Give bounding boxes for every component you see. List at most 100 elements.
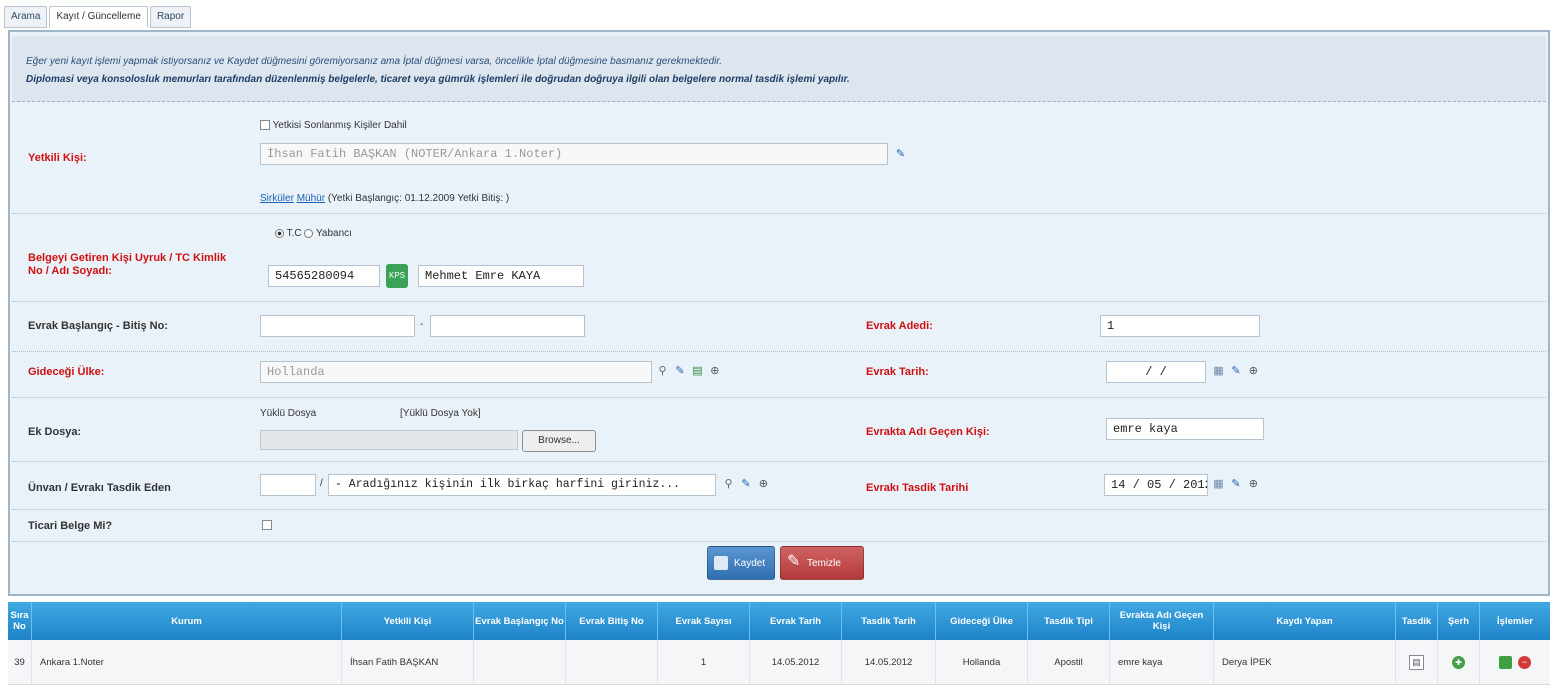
cell-yetkili: İhsan Fatih BAŞKAN bbox=[342, 640, 474, 684]
tab-arama[interactable]: Arama bbox=[4, 6, 48, 28]
kps-button[interactable]: KPS bbox=[386, 264, 408, 288]
col-tasdik-tarih[interactable]: Tasdik Tarih bbox=[842, 602, 936, 640]
list-icon[interactable]: ▤ bbox=[691, 365, 704, 378]
clear-brush-icon[interactable]: ✎ bbox=[1229, 365, 1242, 378]
document-icon[interactable]: ▤ bbox=[1409, 654, 1424, 670]
col-sira[interactable]: Sıra No bbox=[8, 602, 32, 640]
evrak-no-dash: - bbox=[420, 319, 424, 330]
cell-adi-gecen: emre kaya bbox=[1110, 640, 1214, 684]
unvan-slash: / bbox=[320, 478, 323, 489]
info-icon[interactable]: ⊕ bbox=[757, 478, 770, 491]
row-ticari bbox=[12, 510, 1546, 542]
muhur-link[interactable]: Mühür bbox=[297, 193, 325, 204]
ulke-actions: ⚲ ✎ ▤ ⊕ bbox=[656, 363, 721, 381]
evrak-bas-input[interactable] bbox=[260, 315, 415, 337]
adi-gecen-label: Evrakta Adı Geçen Kişi: bbox=[866, 426, 990, 438]
col-tasdik-tipi[interactable]: Tasdik Tipi bbox=[1028, 602, 1110, 640]
cell-evrak-bas bbox=[474, 640, 566, 684]
info-icon[interactable]: ⊕ bbox=[1247, 365, 1260, 378]
file-path-field[interactable] bbox=[260, 430, 518, 450]
col-yetkili[interactable]: Yetkili Kişi bbox=[342, 602, 474, 640]
col-ulke[interactable]: Gideceği Ülke bbox=[936, 602, 1028, 640]
cell-kurum: Ankara 1.Noter bbox=[32, 640, 342, 684]
evrak-bas-label: Evrak Başlangıç - Bitiş No: bbox=[28, 320, 168, 332]
col-evrak-tarih[interactable]: Evrak Tarih bbox=[750, 602, 842, 640]
yetkili-input[interactable]: İhsan Fatih BAŞKAN (NOTER/Ankara 1.Noter… bbox=[260, 143, 888, 165]
cell-tasdik-tarih: 14.05.2012 bbox=[842, 640, 936, 684]
tasdik-tarihi-input[interactable]: 14 / 05 / 2012 bbox=[1104, 474, 1208, 496]
temizle-button[interactable]: ✎ Temizle bbox=[780, 546, 864, 580]
tab-kayit-guncelleme[interactable]: Kayıt / Güncelleme bbox=[49, 6, 148, 28]
broom-icon: ✎ bbox=[787, 553, 801, 570]
col-tasdik[interactable]: Tasdik bbox=[1396, 602, 1438, 640]
calendar-icon[interactable]: ▦ bbox=[1212, 365, 1225, 378]
search-icon[interactable]: ⚲ bbox=[722, 478, 735, 491]
col-evrak-bas[interactable]: Evrak Başlangıç No bbox=[474, 602, 566, 640]
ulke-input[interactable]: Hollanda bbox=[260, 361, 652, 383]
row-getiren bbox=[12, 214, 1546, 302]
add-icon[interactable]: ✚ bbox=[1452, 655, 1465, 669]
edit-icon[interactable] bbox=[1499, 655, 1512, 669]
col-evrak-bitis[interactable]: Evrak Bitiş No bbox=[566, 602, 658, 640]
unvan-input[interactable] bbox=[260, 474, 316, 496]
tab-bar: Arama Kayıt / Güncelleme Rapor bbox=[4, 6, 192, 28]
tasdik-tarihi-label: Evrakı Tasdik Tarihi bbox=[866, 482, 969, 494]
notice-box: Eğer yeni kayıt işlemi yapmak istiyorsan… bbox=[12, 36, 1546, 102]
tab-rapor[interactable]: Rapor bbox=[149, 6, 192, 28]
row-ulke bbox=[12, 352, 1546, 398]
browse-button[interactable]: Browse... bbox=[522, 430, 596, 452]
col-adi-gecen[interactable]: Evrakta Adı Geçen Kişi bbox=[1110, 602, 1214, 640]
clear-brush-icon[interactable]: ✎ bbox=[673, 365, 686, 378]
evrak-adedi-label: Evrak Adedi: bbox=[866, 320, 933, 332]
clear-brush-icon[interactable]: ✎ bbox=[1229, 478, 1242, 491]
col-evrak-sayisi[interactable]: Evrak Sayısı bbox=[658, 602, 750, 640]
ticari-checkbox[interactable] bbox=[262, 520, 272, 530]
col-serh[interactable]: Şerh bbox=[1438, 602, 1480, 640]
cell-sira: 39 bbox=[8, 640, 32, 684]
tc-radio[interactable] bbox=[275, 228, 284, 238]
search-icon[interactable]: ⚲ bbox=[656, 365, 669, 378]
grid-header: Sıra No Kurum Yetkili Kişi Evrak Başlang… bbox=[8, 602, 1550, 640]
sirkuler-link[interactable]: Sirküler bbox=[260, 193, 294, 204]
getiren-label: Belgeyi Getiren Kişi Uyruk / TC Kimlik N… bbox=[28, 252, 227, 277]
evrak-adedi-input[interactable]: 1 bbox=[1100, 315, 1260, 337]
info-icon[interactable]: ⊕ bbox=[1247, 478, 1260, 491]
cell-tasdik: ▤ bbox=[1396, 640, 1438, 684]
tc-radio-label: T.C bbox=[286, 228, 302, 239]
ulke-label: Gideceği Ülke: bbox=[28, 366, 105, 378]
table-row[interactable]: 39 Ankara 1.Noter İhsan Fatih BAŞKAN 1 1… bbox=[8, 640, 1550, 685]
row-ek-dosya bbox=[12, 398, 1546, 462]
clear-brush-icon[interactable]: ✎ bbox=[739, 478, 752, 491]
tc-no-input[interactable]: 54565280094 bbox=[268, 265, 380, 287]
kaydet-button[interactable]: Kaydet bbox=[707, 546, 775, 580]
ad-soyad-input[interactable]: Mehmet Emre KAYA bbox=[418, 265, 584, 287]
yetkili-label: Yetkili Kişi: bbox=[28, 152, 87, 164]
row-evrak-no bbox=[12, 302, 1546, 352]
unvan-actions: ⚲ ✎ ⊕ bbox=[722, 476, 770, 494]
col-kurum[interactable]: Kurum bbox=[32, 602, 342, 640]
yabanci-radio-label: Yabancı bbox=[316, 228, 352, 239]
notice-line-1: Eğer yeni kayıt işlemi yapmak istiyorsan… bbox=[26, 56, 723, 67]
calendar-icon[interactable]: ▦ bbox=[1212, 478, 1225, 491]
col-islemler[interactable]: İşlemler bbox=[1480, 602, 1550, 640]
delete-icon[interactable]: − bbox=[1518, 655, 1531, 669]
evrak-bitis-input[interactable] bbox=[430, 315, 585, 337]
tasdik-tarihi-actions: ▦ ✎ ⊕ bbox=[1212, 476, 1260, 494]
yetki-info: (Yetki Başlangıç: 01.12.2009 Yetki Bitiş… bbox=[327, 193, 510, 204]
yabanci-radio[interactable] bbox=[304, 228, 314, 238]
col-kaydi-yapan[interactable]: Kaydı Yapan bbox=[1214, 602, 1396, 640]
ek-dosya-label: Ek Dosya: bbox=[28, 426, 82, 438]
clear-brush-icon[interactable]: ✎ bbox=[894, 148, 907, 161]
yetkisi-checkbox[interactable] bbox=[260, 120, 270, 131]
cell-ulke: Hollanda bbox=[936, 640, 1028, 684]
tasdik-eden-input[interactable]: - Aradığınız kişinin ilk birkaç harfini … bbox=[328, 474, 716, 496]
cell-tasdik-tipi: Apostil bbox=[1028, 640, 1110, 684]
yuklu-dosya-label: Yüklü Dosya bbox=[260, 408, 317, 419]
cell-evrak-tarih: 14.05.2012 bbox=[750, 640, 842, 684]
cell-kaydi-yapan: Derya İPEK bbox=[1214, 640, 1396, 684]
evrak-tarih-input[interactable]: / / bbox=[1106, 361, 1206, 383]
yuklu-dosya-value: [Yüklü Dosya Yok] bbox=[400, 408, 481, 419]
yetkisi-checkbox-label: Yetkisi Sonlanmış Kişiler Dahil bbox=[272, 120, 407, 131]
info-icon[interactable]: ⊕ bbox=[708, 365, 721, 378]
adi-gecen-input[interactable]: emre kaya bbox=[1106, 418, 1264, 440]
